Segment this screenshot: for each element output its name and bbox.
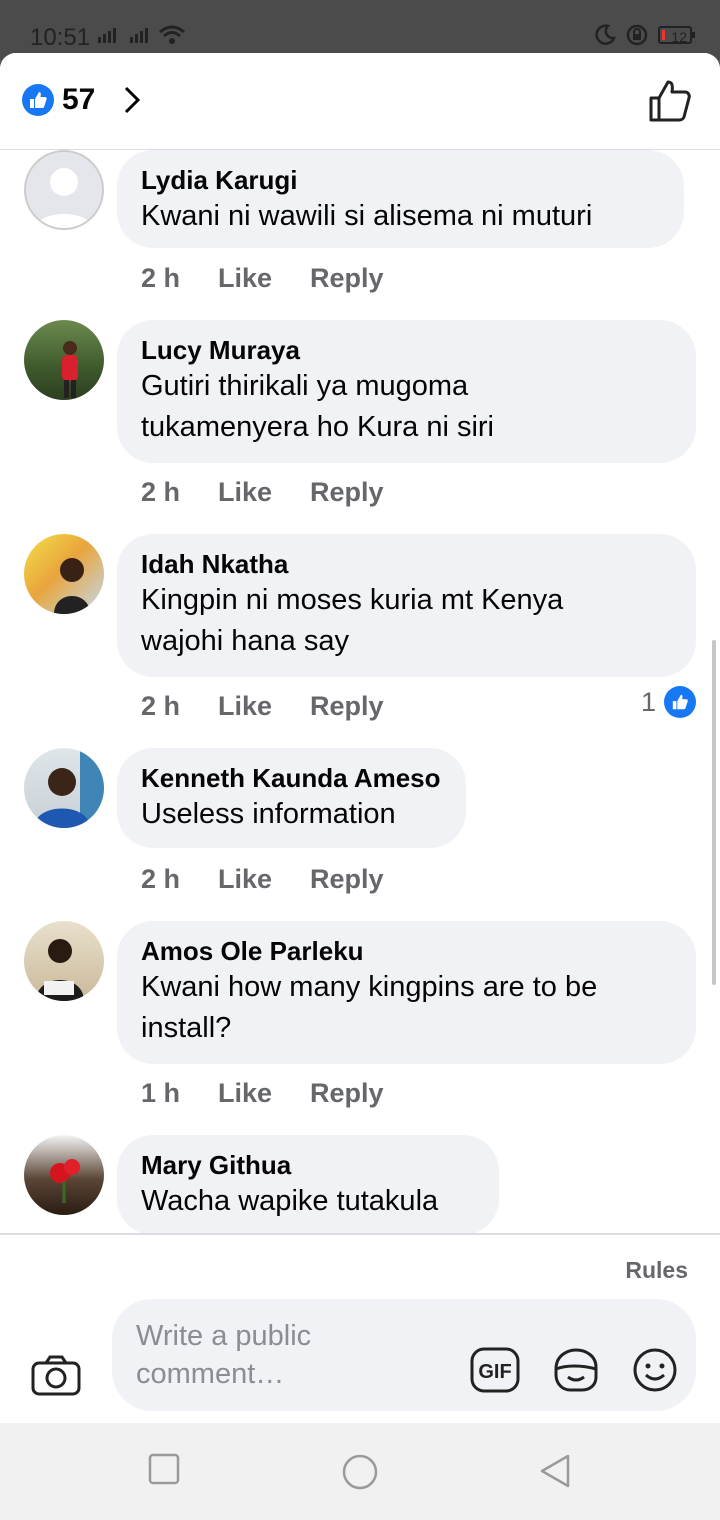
reply-button[interactable]: Reply: [310, 864, 384, 895]
battery-indicator: 12: [658, 26, 695, 45]
comment-time: 1 h: [141, 1078, 181, 1108]
reply-button[interactable]: Reply: [310, 691, 384, 722]
like-button[interactable]: Like: [218, 477, 310, 508]
sheet-header: 57: [0, 53, 720, 150]
comment-input[interactable]: Write a public comment… GIF: [112, 1299, 696, 1411]
comment-actions: 2 h Like Reply: [141, 691, 384, 722]
home-icon[interactable]: [341, 1453, 379, 1491]
reply-button[interactable]: Reply: [310, 477, 384, 508]
like-button[interactable]: Like: [218, 691, 310, 722]
wifi-icon: [159, 25, 185, 44]
status-bar: 10:51 12: [0, 0, 720, 60]
comment-actions: 2 h Like Reply: [141, 864, 384, 895]
comment-time: 2 h: [141, 691, 181, 721]
placeholder-line: Write a public: [136, 1320, 312, 1352]
comment-actions: 2 h Like Reply: [141, 477, 384, 508]
comment-text-line: install?: [141, 1012, 232, 1044]
gif-icon[interactable]: GIF: [470, 1347, 520, 1398]
comment-actions: 1 h Like Reply: [141, 1078, 384, 1109]
comment-bubble[interactable]: Kenneth Kaunda Ameso Useless information: [117, 748, 466, 848]
comment-bubble[interactable]: Mary Githua Wacha wapike tutakula: [117, 1135, 499, 1233]
comment-actions: 2 h Like Reply: [141, 263, 384, 294]
reply-button[interactable]: Reply: [310, 263, 384, 294]
comment-text-line: wajohi hana say: [141, 625, 349, 657]
signal-icon-2: [130, 28, 148, 43]
comment-text-line: Gutiri thirikali ya mugoma: [141, 370, 469, 402]
signal-icon: [98, 28, 116, 43]
comment-composer: Rules Write a public comment… GIF: [0, 1233, 720, 1423]
comment-list: Lydia Karugi Kwani ni wawili si alisema …: [0, 150, 720, 1233]
comment-author[interactable]: Idah Nkatha: [141, 548, 672, 580]
comment-time: 2 h: [141, 263, 181, 293]
comment-bubble[interactable]: Lydia Karugi Kwani ni wawili si alisema …: [117, 150, 684, 248]
moon-icon: [595, 24, 616, 45]
reaction-count: 57: [62, 83, 96, 116]
emoji-icon[interactable]: [632, 1347, 678, 1393]
like-button[interactable]: Like: [218, 1078, 310, 1109]
system-nav-bar: [0, 1423, 720, 1520]
scrollbar[interactable]: [712, 640, 716, 985]
status-time: 10:51: [30, 24, 91, 51]
comment-placeholder: Write a public comment…: [136, 1317, 356, 1393]
like-button[interactable]: Like: [218, 263, 310, 294]
avatar[interactable]: [24, 1135, 104, 1215]
avatar[interactable]: [24, 320, 104, 400]
comment-author[interactable]: Amos Ole Parleku: [141, 935, 672, 967]
comment-text: Wacha wapike tutakula: [141, 1185, 439, 1217]
comment-reaction-count: 1: [640, 686, 656, 717]
chevron-right-icon: [125, 86, 141, 114]
comment-author[interactable]: Mary Githua: [141, 1149, 475, 1181]
comment-time: 2 h: [141, 477, 181, 507]
rules-link[interactable]: Rules: [625, 1257, 688, 1284]
comment-text: Useless information: [141, 798, 396, 830]
like-icon: [664, 686, 696, 718]
avatar[interactable]: [24, 921, 104, 1001]
comment-text-line: Kwani how many kingpins are to be: [141, 971, 598, 1003]
comments-sheet: 57 Lydia Karugi Kwani ni wawili si alise…: [0, 53, 720, 1423]
camera-icon[interactable]: [30, 1353, 82, 1397]
recent-apps-icon[interactable]: [148, 1453, 180, 1485]
like-icon: [22, 84, 54, 116]
thumbs-up-icon[interactable]: [648, 79, 692, 123]
sticker-icon[interactable]: [552, 1347, 600, 1393]
comment-text: Kwani ni wawili si alisema ni muturi: [141, 200, 593, 232]
reactions-summary[interactable]: 57: [22, 83, 141, 117]
avatar[interactable]: [24, 748, 104, 828]
comment-text-line: Kingpin ni moses kuria mt Kenya: [141, 584, 564, 616]
svg-text:GIF: GIF: [478, 1361, 511, 1383]
comment-reactions[interactable]: 1: [641, 686, 696, 718]
comment-author[interactable]: Lucy Muraya: [141, 334, 672, 366]
avatar[interactable]: [24, 150, 104, 230]
comment-time: 2 h: [141, 864, 181, 894]
comment-author[interactable]: Kenneth Kaunda Ameso: [141, 762, 442, 794]
comment-text-line: tukamenyera ho Kura ni siri: [141, 411, 494, 443]
comment-bubble[interactable]: Idah Nkatha Kingpin ni moses kuria mt Ke…: [117, 534, 696, 677]
placeholder-line: comment…: [136, 1358, 285, 1390]
back-icon[interactable]: [538, 1453, 572, 1489]
comment-bubble[interactable]: Lucy Muraya Gutiri thirikali ya mugoma t…: [117, 320, 696, 463]
reply-button[interactable]: Reply: [310, 1078, 384, 1109]
like-button[interactable]: Like: [218, 864, 310, 895]
avatar[interactable]: [24, 534, 104, 614]
comment-author[interactable]: Lydia Karugi: [141, 164, 660, 196]
comment-bubble[interactable]: Amos Ole Parleku Kwani how many kingpins…: [117, 921, 696, 1064]
lock-rotation-icon: [626, 24, 648, 46]
